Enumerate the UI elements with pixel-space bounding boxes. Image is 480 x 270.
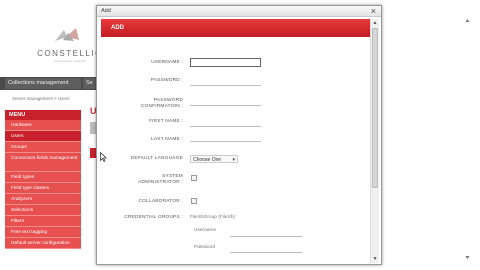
mouse-cursor-icon [100,152,107,162]
sidebar-item-analyzers[interactable]: Analyzers [5,194,81,205]
sidebar-header: MENU [5,110,81,120]
dialog-titlebar[interactable]: Add × [97,6,381,17]
password-confirmation-field[interactable] [190,105,261,106]
sidebar-item-field-type-classes[interactable]: Field type classes [5,183,81,194]
page-scroll-up-icon[interactable] [465,16,470,26]
password-label: PASSWORD : [150,78,183,83]
sidebar-item-selections[interactable]: Selections [5,205,81,216]
default-language-select[interactable]: Choose One ▾ [190,155,238,163]
first-name-field[interactable] [190,126,261,127]
constellio-logo-icon [55,28,79,41]
sidebar-item-field-types[interactable]: Field types [5,172,81,183]
sidebar-item-connectors-fields-management[interactable]: Connectors fields management [5,153,81,172]
scroll-up-icon[interactable]: ▲ [371,19,379,27]
credential-password-field[interactable] [230,252,302,253]
collaborator-label: COLLABORATOR : [138,199,183,204]
username-label: USERNAME : [151,60,183,65]
sidebar-item-hardware[interactable]: Hardware [5,120,81,131]
dialog-title: Add [101,8,111,14]
form-header: ADD [101,19,371,37]
sidebar-item-users[interactable]: Users [5,131,81,142]
scroll-down-icon[interactable]: ▼ [371,255,379,263]
username-field[interactable] [190,58,261,67]
sidebar-item-free-text-tagging[interactable]: Free text tagging [5,227,81,238]
sidebar-item-default-server-configuration[interactable]: Default server configuration [5,238,81,249]
sidebar-item-filters[interactable]: Filters [5,216,81,227]
default-language-value: Choose One [193,157,222,163]
credential-username-label: Username [194,228,217,233]
top-navigation: Collections management Se [0,77,98,90]
first-name-label: FIRST NAME : [148,119,183,124]
default-language-label: DEFAULT LANGUAGE [130,156,183,161]
nav-tab-collections-management[interactable]: Collections management [5,78,81,89]
breadcrumb[interactable]: Server management > Users [12,96,70,101]
last-name-field[interactable] [190,141,261,142]
close-icon[interactable]: × [371,6,376,16]
credential-group-name: FileShGroup (FileSh) [190,215,236,220]
system-administrator-label: SYSTEM ADMINISTRATOR : [138,174,183,185]
chevron-down-icon: ▾ [232,157,235,163]
sidebar-menu: Hardware Users Groups Connectors fields … [5,120,81,249]
credential-username-field[interactable] [230,236,302,237]
last-name-label: LAST NAME : [151,137,183,142]
collaborator-checkbox[interactable] [191,198,197,204]
credential-groups-label: CREDENTIAL GROUPS : [124,215,183,220]
password-confirmation-label: PASSWORD CONFIRMATION : [140,98,183,109]
credential-password-label: Password [194,245,216,250]
sidebar-item-groups[interactable]: Groups [5,142,81,153]
add-user-dialog: Add × ADD USERNAME : PASSWORD : PASSWORD… [96,5,382,265]
dialog-scrollbar[interactable]: ▲ ▼ [370,19,379,263]
page-scroll-down-icon[interactable] [465,252,470,262]
password-field[interactable] [190,85,261,86]
system-administrator-checkbox[interactable] [191,175,197,181]
scrollbar-thumb[interactable] [372,28,378,188]
